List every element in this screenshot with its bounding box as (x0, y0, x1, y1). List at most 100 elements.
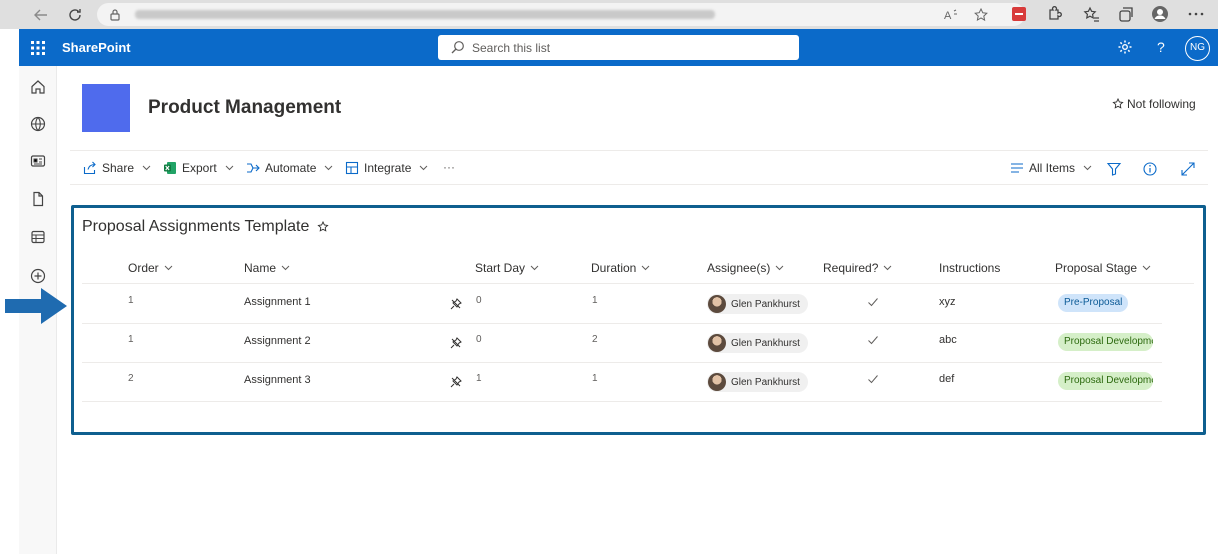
cell-duration: 1 (592, 295, 598, 306)
column-header-instructions[interactable]: Instructions (939, 261, 1000, 275)
favorite-star-icon[interactable] (317, 221, 330, 233)
chevron-down-icon (420, 165, 428, 171)
follow-label: Not following (1127, 97, 1196, 111)
back-arrow-icon[interactable] (32, 6, 50, 24)
search-box[interactable]: Search this list (438, 35, 799, 60)
table-row[interactable]: 1 Assignment 1 0 1 Glen Pankhurst xyz Pr… (82, 285, 1162, 324)
document-icon[interactable] (30, 191, 46, 207)
integrate-icon (345, 161, 359, 175)
puzzle-icon[interactable] (1045, 5, 1063, 23)
person-avatar (708, 373, 726, 391)
site-logo[interactable] (82, 84, 130, 132)
chevron-down-icon (142, 165, 151, 171)
search-input[interactable]: Search this list (472, 41, 550, 55)
read-aloud-icon[interactable]: A (943, 7, 959, 23)
list-title: Proposal Assignments Template (82, 218, 330, 236)
table-row[interactable]: 2 Assignment 3 1 1 Glen Pankhurst def Pr… (82, 363, 1162, 402)
create-plus-icon[interactable] (30, 268, 46, 284)
profile-icon[interactable] (1151, 5, 1169, 23)
chevron-down-icon (281, 265, 290, 271)
stage-pill: Proposal Development (1058, 372, 1153, 390)
app-launcher-icon[interactable] (31, 41, 45, 55)
column-header-required[interactable]: Required? (823, 261, 892, 275)
brand-name[interactable]: SharePoint (62, 40, 131, 55)
list-panel-highlight: Proposal Assignments Template Order Name… (71, 205, 1206, 435)
home-icon[interactable] (30, 79, 46, 95)
cell-start-day: 0 (476, 334, 482, 345)
chevron-down-icon (530, 265, 539, 271)
cell-start-day: 0 (476, 295, 482, 306)
column-header-start-day[interactable]: Start Day (475, 261, 539, 275)
view-selector[interactable]: All Items (1010, 161, 1092, 175)
cell-name[interactable]: Assignment 3 (244, 374, 311, 386)
export-button[interactable]: Export (163, 161, 234, 175)
cell-instructions: def (939, 373, 955, 385)
assignee-persona[interactable]: Glen Pankhurst (707, 372, 808, 392)
cell-order: 1 (128, 295, 134, 306)
checkmark-icon (868, 375, 878, 384)
column-header-proposal-stage[interactable]: Proposal Stage (1055, 261, 1151, 275)
header-divider (82, 283, 1194, 284)
svg-text:?: ? (1157, 39, 1165, 55)
checkmark-icon (868, 298, 878, 307)
checkmark-icon (868, 336, 878, 345)
search-icon (451, 41, 464, 54)
person-avatar (708, 334, 726, 352)
cell-start-day: 1 (476, 373, 482, 384)
address-bar[interactable]: A (97, 3, 1025, 26)
column-header-order[interactable]: Order (128, 261, 173, 275)
user-avatar[interactable]: NG (1185, 36, 1210, 61)
collections-icon[interactable] (1117, 5, 1135, 23)
favorites-icon[interactable] (1082, 5, 1100, 23)
column-header-assignees[interactable]: Assignee(s) (707, 261, 784, 275)
table-row[interactable]: 1 Assignment 2 0 2 Glen Pankhurst abc Pr… (82, 324, 1162, 363)
automate-button[interactable]: Automate (246, 161, 333, 175)
lock-icon (110, 9, 120, 21)
chevron-down-icon (776, 265, 784, 271)
assignee-persona[interactable]: Glen Pankhurst (707, 294, 808, 314)
news-icon[interactable] (30, 153, 46, 169)
cell-duration: 2 (592, 334, 598, 345)
command-bar: Share Export Automate Integrate ··· All … (70, 150, 1208, 185)
follow-button[interactable]: Not following (1112, 97, 1196, 111)
unpin-icon[interactable] (450, 298, 462, 310)
stage-pill: Pre-Proposal (1058, 294, 1129, 312)
help-icon[interactable]: ? (1153, 39, 1169, 55)
unpin-icon[interactable] (450, 337, 462, 349)
assignee-persona[interactable]: Glen Pankhurst (707, 333, 808, 353)
filter-icon[interactable] (1106, 161, 1122, 177)
cell-order: 1 (128, 334, 134, 345)
chevron-down-icon (1142, 265, 1151, 271)
chevron-down-icon (164, 265, 173, 271)
info-icon[interactable] (1142, 161, 1158, 177)
more-commands-button[interactable]: ··· (443, 160, 455, 174)
person-avatar (708, 295, 726, 313)
cell-name[interactable]: Assignment 1 (244, 296, 311, 308)
cell-instructions: abc (939, 334, 957, 346)
list-icon[interactable] (30, 229, 46, 245)
svg-text:A: A (944, 10, 952, 22)
unpin-icon[interactable] (450, 376, 462, 388)
cell-order: 2 (128, 373, 134, 384)
site-title[interactable]: Product Management (148, 97, 341, 119)
expand-icon[interactable] (1180, 161, 1196, 177)
chevron-down-icon (884, 265, 892, 271)
share-button[interactable]: Share (83, 161, 151, 175)
automate-flow-icon (247, 163, 260, 173)
settings-gear-icon[interactable] (1117, 39, 1133, 55)
chevron-down-icon (225, 165, 234, 171)
refresh-icon[interactable] (66, 6, 84, 24)
column-header-duration[interactable]: Duration (591, 261, 650, 275)
cell-instructions: xyz (939, 296, 956, 308)
cell-name[interactable]: Assignment 2 (244, 335, 311, 347)
favorite-add-icon[interactable] (973, 7, 989, 23)
view-list-icon (1011, 163, 1023, 173)
globe-icon[interactable] (30, 116, 46, 132)
more-icon[interactable] (1187, 5, 1205, 23)
excel-icon (164, 162, 176, 174)
extension-icon[interactable] (1012, 7, 1026, 21)
column-header-name[interactable]: Name (244, 261, 290, 275)
integrate-button[interactable]: Integrate (345, 161, 428, 175)
list-title-text: Proposal Assignments Template (82, 218, 310, 235)
star-outline-icon (1112, 98, 1124, 109)
